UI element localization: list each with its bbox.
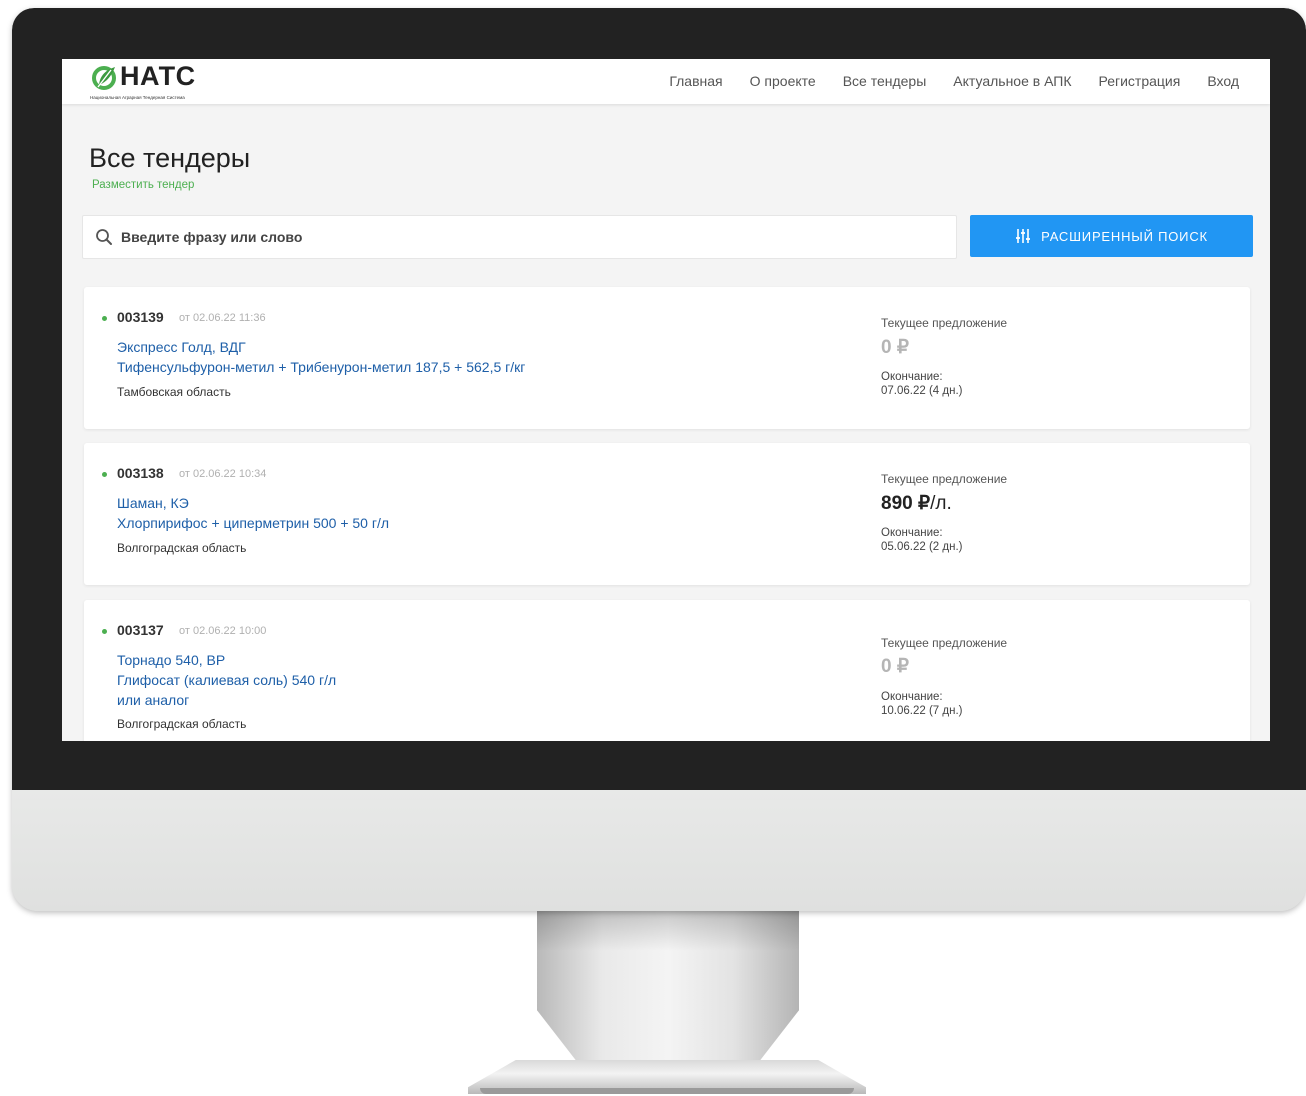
end-date: 05.06.22 (2 дн.) — [881, 541, 963, 553]
site-logo[interactable]: НАТС Национальная Аграрная Тендерная Сис… — [90, 61, 220, 103]
tender-substance: Хлорпирифос + циперметрин 500 + 50 г/л — [117, 515, 390, 531]
monitor-chin — [12, 790, 1306, 911]
top-navbar: НАТС Национальная Аграрная Тендерная Сис… — [62, 59, 1270, 104]
price-unit: /л. — [930, 493, 952, 514]
tender-region: Волгоградская область — [117, 541, 247, 555]
place-tender-link[interactable]: Разместить тендер — [92, 179, 194, 191]
status-dot — [102, 629, 107, 634]
screen: НАТС Национальная Аграрная Тендерная Сис… — [62, 59, 1270, 741]
tender-region: Тамбовская область — [117, 385, 231, 399]
nav-item-about[interactable]: О проекте — [750, 73, 816, 89]
current-price: 0 ₽ — [881, 336, 909, 359]
tender-product: Экспресс Голд, ВДГ — [117, 339, 246, 355]
tender-region: Волгоградская область — [117, 717, 247, 731]
nav-item-home[interactable]: Главная — [669, 73, 722, 89]
offer-label: Текущее предложение — [881, 316, 1008, 330]
search-input[interactable] — [119, 217, 943, 257]
main-nav: Главная О проекте Все тендеры Актуальное… — [669, 73, 1239, 89]
end-label: Окончание: — [881, 527, 943, 539]
tender-card[interactable]: 003139 от 02.06.22 11:36 Экспресс Голд, … — [84, 287, 1250, 429]
search-icon — [96, 229, 112, 245]
end-label: Окончание: — [881, 691, 943, 703]
monitor-stand-shadow — [480, 1088, 854, 1094]
tender-title[interactable]: Торнадо 540, ВР Глифосат (калиевая соль)… — [117, 650, 336, 710]
tender-product: Торнадо 540, ВР — [117, 652, 226, 668]
nav-item-news[interactable]: Актуальное в АПК — [953, 73, 1071, 89]
tender-number: 003137 — [117, 622, 164, 638]
price-value: 890 ₽ — [881, 493, 931, 514]
tender-card[interactable]: 003137 от 02.06.22 10:00 Торнадо 540, ВР… — [84, 600, 1250, 741]
end-date: 07.06.22 (4 дн.) — [881, 385, 963, 397]
offer-label: Текущее предложение — [881, 636, 1008, 650]
current-price: 0 ₽ — [881, 655, 909, 678]
search-box — [82, 215, 957, 259]
tender-number: 003139 — [117, 309, 164, 325]
monitor-stand-neck — [537, 911, 799, 1071]
tender-date: от 02.06.22 10:00 — [179, 625, 267, 637]
advanced-search-button[interactable]: РАСШИРЕННЫЙ ПОИСК — [970, 215, 1253, 257]
tender-substance: Глифосат (калиевая соль) 540 г/л — [117, 672, 337, 688]
tender-card[interactable]: 003138 от 02.06.22 10:34 Шаман, КЭ Хлорп… — [84, 443, 1250, 585]
status-dot — [102, 316, 107, 321]
status-dot — [102, 472, 107, 477]
nav-item-register[interactable]: Регистрация — [1098, 73, 1180, 89]
logo-text: НАТС — [120, 61, 196, 91]
leaf-logo-icon — [92, 66, 116, 90]
price-value: 0 ₽ — [881, 656, 909, 677]
tender-analog: или аналог — [117, 692, 190, 708]
nav-item-login[interactable]: Вход — [1207, 73, 1239, 89]
end-label: Окончание: — [881, 371, 943, 383]
offer-label: Текущее предложение — [881, 472, 1008, 486]
sliders-icon — [1016, 229, 1031, 243]
tender-date: от 02.06.22 10:34 — [179, 468, 267, 480]
tender-number: 003138 — [117, 465, 164, 481]
end-date: 10.06.22 (7 дн.) — [881, 705, 963, 717]
logo-subtitle: Национальная Аграрная Тендерная Система — [90, 95, 185, 100]
page-title: Все тендеры — [89, 143, 251, 173]
tender-title[interactable]: Экспресс Голд, ВДГ Тифенсульфурон-метил … — [117, 337, 525, 377]
tender-substance: Тифенсульфурон-метил + Трибенурон-метил … — [117, 359, 526, 375]
current-price: 890 ₽/л. — [881, 492, 952, 515]
advanced-search-label: РАСШИРЕННЫЙ ПОИСК — [1041, 228, 1208, 244]
tender-date: от 02.06.22 11:36 — [179, 312, 266, 324]
tender-title[interactable]: Шаман, КЭ Хлорпирифос + циперметрин 500 … — [117, 493, 389, 533]
nav-item-all-tenders[interactable]: Все тендеры — [843, 73, 927, 89]
price-value: 0 ₽ — [881, 337, 909, 358]
tender-product: Шаман, КЭ — [117, 495, 189, 511]
